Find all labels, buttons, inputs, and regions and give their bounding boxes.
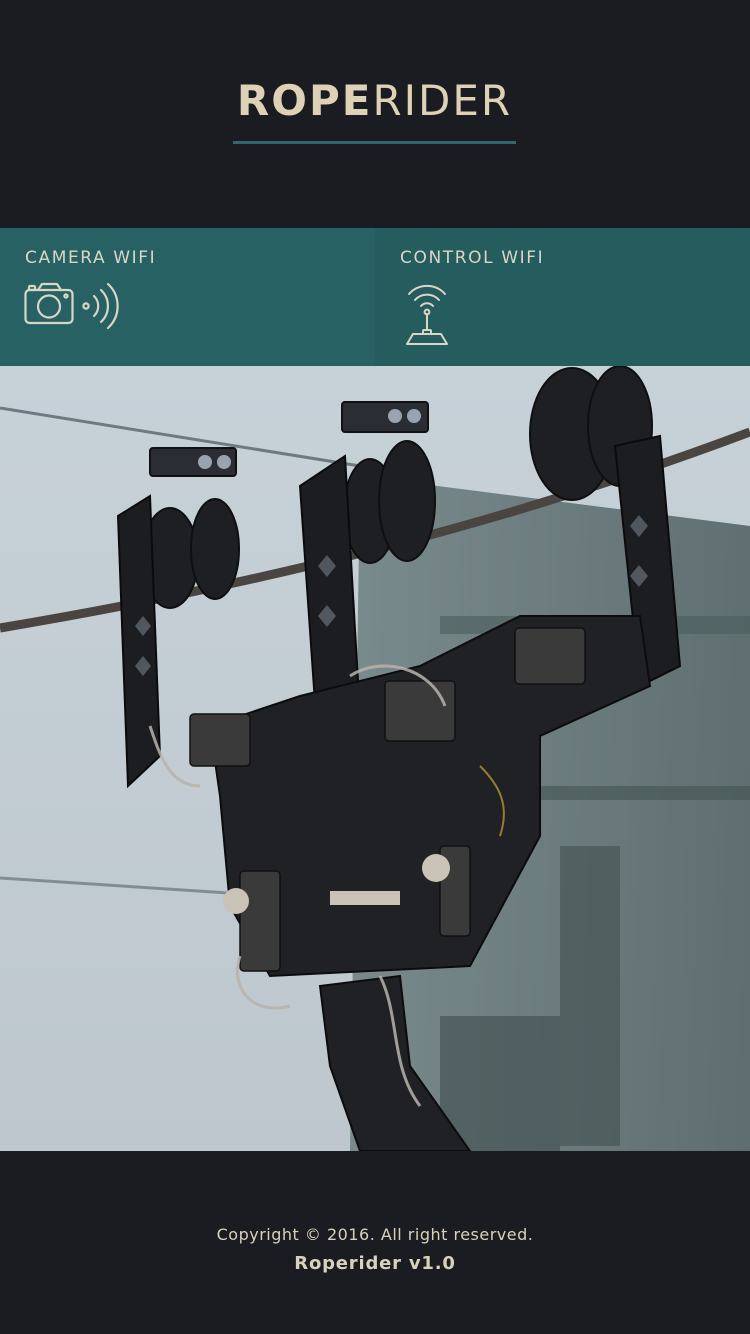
logo-bold-text: ROPE [236, 76, 373, 125]
joystick-wifi-icon [405, 280, 451, 352]
control-wifi-label: CONTROL WIFI [400, 248, 545, 268]
logo-light-text: RIDER [372, 76, 513, 125]
app-logo: ROPERIDER [233, 78, 516, 124]
control-wifi-button[interactable]: CONTROL WIFI [375, 228, 750, 366]
cable-cam-robot-image [0, 366, 750, 1151]
app-footer: Copyright © 2016. All right reserved. Ro… [0, 1151, 750, 1334]
logo-underline [233, 141, 516, 144]
camera-wifi-icon [24, 280, 120, 348]
app-version: Roperider v1.0 [294, 1253, 456, 1274]
camera-wifi-button[interactable]: CAMERA WIFI [0, 228, 375, 366]
copyright-text: Copyright © 2016. All right reserved. [216, 1225, 534, 1244]
cable-cam-photo [0, 366, 750, 1151]
app-header: ROPERIDER [0, 0, 750, 228]
wifi-panels: CAMERA WIFI CONTROL WIFI [0, 228, 750, 366]
camera-wifi-label: CAMERA WIFI [25, 248, 157, 268]
